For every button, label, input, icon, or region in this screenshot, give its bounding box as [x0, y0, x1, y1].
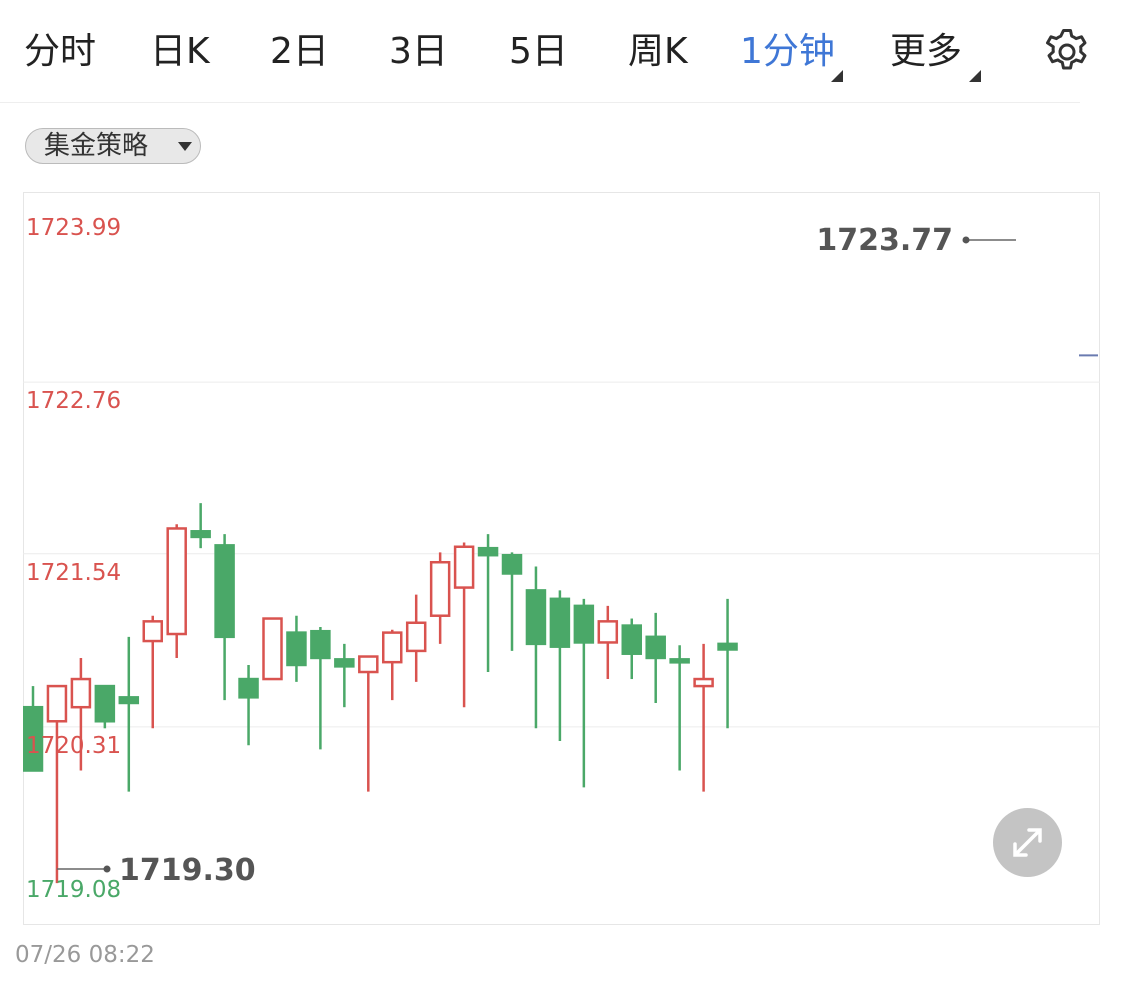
dropdown-corner-icon — [969, 70, 981, 82]
candle-body — [166, 527, 187, 636]
candlestick-chart-svg: 1723.99 1722.76 1721.54 1720.31 1719.08 1723.… — [22, 192, 1100, 925]
candle-body — [262, 617, 283, 681]
tab-weekly-k[interactable]: 周K — [628, 24, 688, 80]
candle-body — [525, 589, 547, 646]
candle-body — [645, 635, 666, 660]
candle-body — [238, 677, 259, 699]
y-tick-label: 1722.76 — [26, 388, 121, 414]
candle-body — [501, 553, 523, 575]
candle-body — [382, 631, 403, 664]
strategy-selector-label: 集金策略 — [44, 131, 149, 161]
caret-down-icon — [178, 142, 192, 151]
high-marker-dot — [962, 236, 970, 244]
candle-body — [310, 629, 331, 660]
tab-3-day[interactable]: 3日 — [389, 24, 448, 80]
y-tick-label: 1723.99 — [26, 215, 121, 241]
low-price-label: 1719.30 — [119, 853, 256, 888]
y-tick-label: 1719.08 — [26, 877, 121, 903]
candle-body — [286, 631, 307, 667]
tab-more[interactable]: 更多 — [890, 24, 962, 80]
tab-1-minute[interactable]: 1分钟 — [740, 24, 835, 80]
tab-intraday[interactable]: 分时 — [24, 24, 96, 80]
timeframe-tab-bar: 分时 日K 2日 3日 5日 周K 1分钟 更多 — [0, 0, 1087, 103]
tab-daily-k[interactable]: 日K — [150, 24, 210, 80]
candle-body — [190, 530, 211, 539]
y-tick-label: 1720.31 — [26, 733, 121, 759]
high-price-label: 1723.77 — [816, 223, 953, 258]
candle-body — [549, 597, 571, 648]
gear-icon[interactable] — [1042, 27, 1092, 77]
candle-body — [477, 546, 499, 557]
tab-5-day[interactable]: 5日 — [509, 24, 568, 80]
candle-body — [717, 642, 738, 651]
candle-body — [573, 604, 595, 644]
candle-body — [214, 544, 235, 639]
candle-body — [118, 696, 140, 705]
candlestick-chart: 1723.99 1722.76 1721.54 1720.31 1719.08 1723.… — [22, 192, 1100, 925]
candle-body — [597, 620, 619, 644]
candle-body — [693, 677, 714, 688]
chart-timestamp: 07/26 08:22 — [15, 942, 155, 968]
candle-body — [46, 684, 68, 723]
low-marker-dot — [103, 865, 111, 873]
y-tick-label: 1721.54 — [26, 560, 121, 586]
expand-chart-button[interactable] — [993, 808, 1062, 877]
candle-body — [621, 624, 642, 655]
expand-arrows-icon — [1013, 828, 1042, 857]
tab-2-day[interactable]: 2日 — [270, 24, 329, 80]
dropdown-corner-icon — [831, 70, 843, 82]
candle-body — [429, 560, 451, 617]
candle-body — [669, 658, 690, 664]
candle-body — [94, 684, 116, 723]
candle-body — [70, 677, 92, 709]
candle-body — [453, 545, 475, 589]
strategy-selector[interactable]: 集金策略 — [25, 128, 201, 164]
candle-body — [405, 621, 427, 653]
candle-body — [334, 658, 355, 668]
candle-body — [142, 620, 163, 643]
candle-body — [358, 655, 379, 674]
